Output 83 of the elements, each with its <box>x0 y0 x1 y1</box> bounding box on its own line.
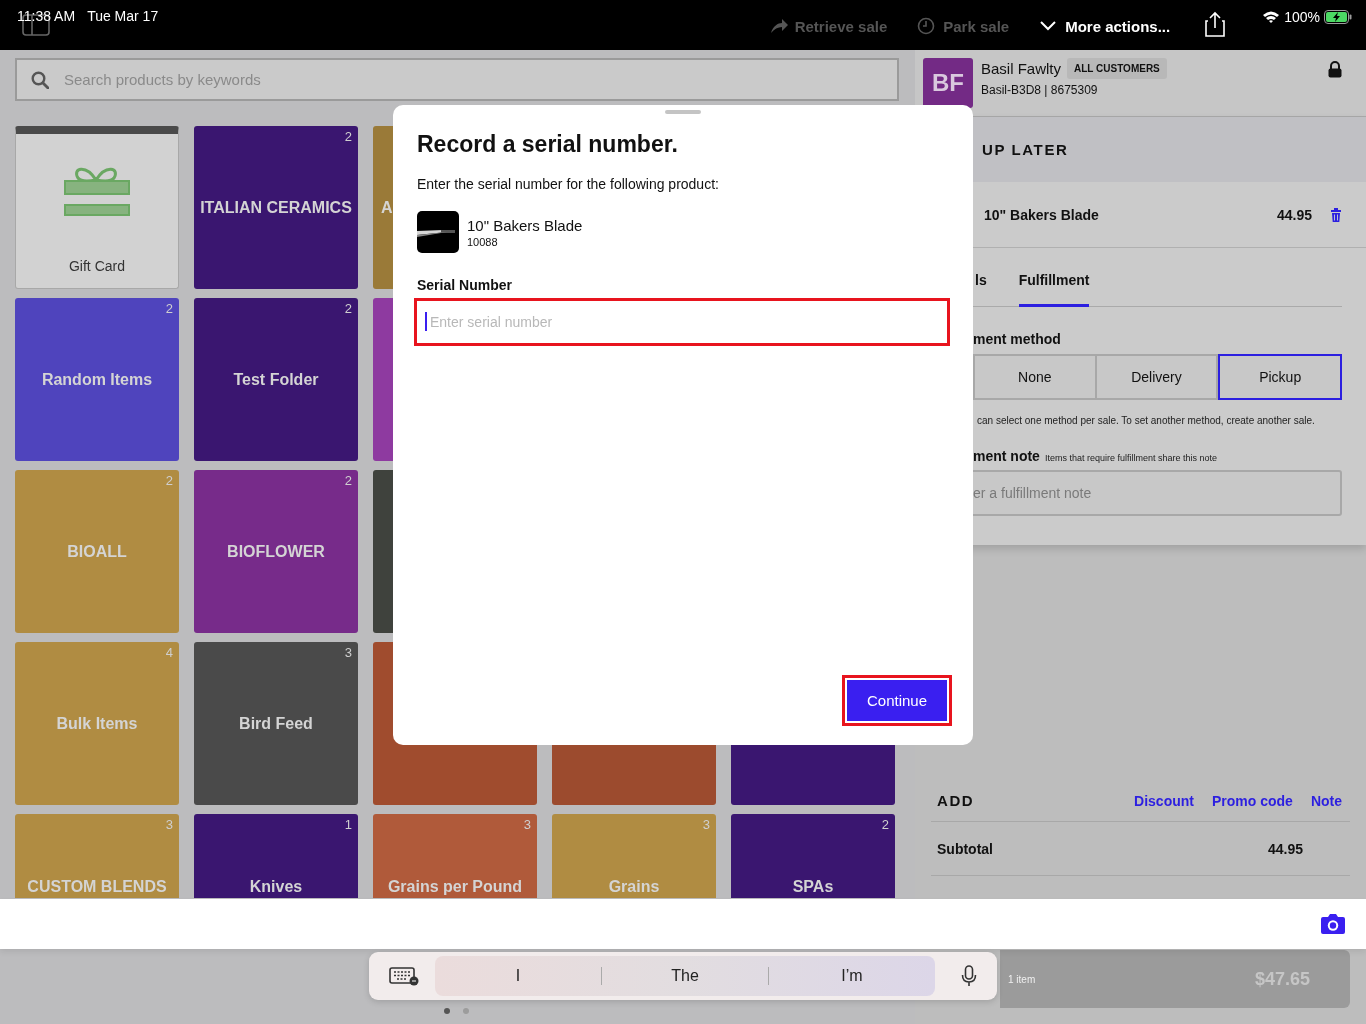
field-label: Serial Number <box>417 277 513 293</box>
folder-tile[interactable]: 2 ITALIAN CERAMICS <box>194 126 358 289</box>
link[interactable]: Discount <box>1134 792 1194 809</box>
folder-tile[interactable]: 3 Bird Feed <box>194 642 358 805</box>
tile-label: A <box>380 198 393 217</box>
tile-label: Test Folder <box>232 370 320 389</box>
tile-label: Grains per Pound <box>386 878 524 896</box>
segment-option[interactable]: None <box>973 354 1097 400</box>
help-text: can select one method per sale. To set another method, create another sale. <box>976 415 1316 426</box>
page-dot[interactable] <box>463 1008 469 1014</box>
suggestion[interactable]: The <box>602 956 768 996</box>
tile-label: Knives <box>248 878 304 896</box>
folder-tile[interactable]: 1 Knives <box>194 814 358 898</box>
link[interactable]: Note <box>1310 792 1342 809</box>
hint-text: Items that require fulfillment share this note <box>1044 453 1217 463</box>
folder-tile[interactable]: 2 Test Folder <box>194 298 358 461</box>
product-sku: 10088 <box>467 235 499 248</box>
item-count: 2 <box>165 473 173 488</box>
total-label: Subtotal <box>937 841 993 857</box>
tile-label: BIOALL <box>66 542 128 561</box>
item-count: 1 <box>344 817 352 832</box>
more-actions-button[interactable]: More actions... <box>1039 15 1171 35</box>
folder-tile[interactable]: 2 Random Items <box>15 298 179 461</box>
item-count: 2 <box>165 301 173 316</box>
item-count: 2 <box>344 473 352 488</box>
item-count: 4 <box>165 645 173 660</box>
item-count: 2 <box>344 301 352 316</box>
battery-icon <box>1324 10 1352 24</box>
dialog-title: Record a serial number. <box>417 131 679 158</box>
search-field[interactable]: Search products by keywords <box>15 58 899 101</box>
tile-label: BIOFLOWER <box>226 542 326 561</box>
tile-label: Gift Card <box>68 258 126 274</box>
lock-icon <box>1328 61 1342 78</box>
customer-detail: Basil-B3D8 | 8675309 <box>981 83 1099 97</box>
suggestion[interactable]: I <box>435 956 601 996</box>
item-count: 3 <box>165 817 173 832</box>
tab[interactable]: Fulfillment <box>1018 272 1090 307</box>
trash-icon[interactable] <box>1330 207 1342 222</box>
field-label: ment note <box>973 448 1040 464</box>
share-icon[interactable] <box>1204 11 1227 37</box>
serial-number-field[interactable]: Enter serial number <box>414 298 950 346</box>
folder-tile[interactable]: 2 SPAs <box>731 814 895 898</box>
tile-label: Bird Feed <box>238 714 314 733</box>
item-count: 2 <box>344 129 352 144</box>
wifi-icon <box>1262 10 1281 24</box>
customer-group-tag: ALL CUSTOMERS <box>1067 58 1167 79</box>
keyboard-icon[interactable] <box>389 966 419 986</box>
tile-label: ITALIAN CERAMICS <box>199 198 353 217</box>
date-text: Tue Mar 17 <box>87 8 159 24</box>
total-value: 44.95 <box>1267 841 1303 857</box>
camera-icon[interactable] <box>1320 913 1346 935</box>
link[interactable]: Promo code <box>1211 792 1293 809</box>
text-cursor <box>425 312 427 331</box>
item-count: 3 <box>702 817 710 832</box>
tile-label: SPAs <box>791 878 835 896</box>
tab[interactable]: ls <box>975 272 987 307</box>
battery-percent: 100% <box>1284 9 1320 25</box>
tile-label: CUSTOM BLENDS <box>26 878 168 896</box>
item-count: 3 <box>344 645 352 660</box>
customer-name: Basil Fawlty <box>981 60 1062 77</box>
drag-handle[interactable] <box>665 110 701 114</box>
section-header: ADD <box>937 792 975 809</box>
product-name: 10" Bakers Blade <box>467 216 583 234</box>
segment-option[interactable]: Pickup <box>1218 354 1342 400</box>
gift-card-tile[interactable]: Gift Card <box>15 126 179 289</box>
field-label: ment method <box>972 331 1062 347</box>
dialog-text: Enter the serial number for the following product: <box>417 176 720 192</box>
search-icon <box>31 71 49 89</box>
folder-tile[interactable]: 2 BIOFLOWER <box>194 470 358 633</box>
clock-time: 11:38 AM <box>17 8 76 24</box>
tile-label: Grains <box>607 878 661 896</box>
tile-label: Random Items <box>40 370 154 389</box>
continue-button[interactable]: Continue <box>842 675 952 726</box>
item-price: 44.95 <box>1276 206 1312 223</box>
customer-avatar: BF <box>923 58 973 108</box>
segment-option[interactable]: Delivery <box>1096 354 1219 400</box>
item-count: 2 <box>881 817 889 832</box>
item-name: 10" Bakers Blade <box>984 206 1100 223</box>
suggestion[interactable]: I’m <box>769 956 935 996</box>
page-dot[interactable] <box>444 1008 450 1014</box>
tile-label: Bulk Items <box>55 714 139 733</box>
microphone-icon[interactable] <box>961 965 977 987</box>
item-count: 3 <box>523 817 531 832</box>
